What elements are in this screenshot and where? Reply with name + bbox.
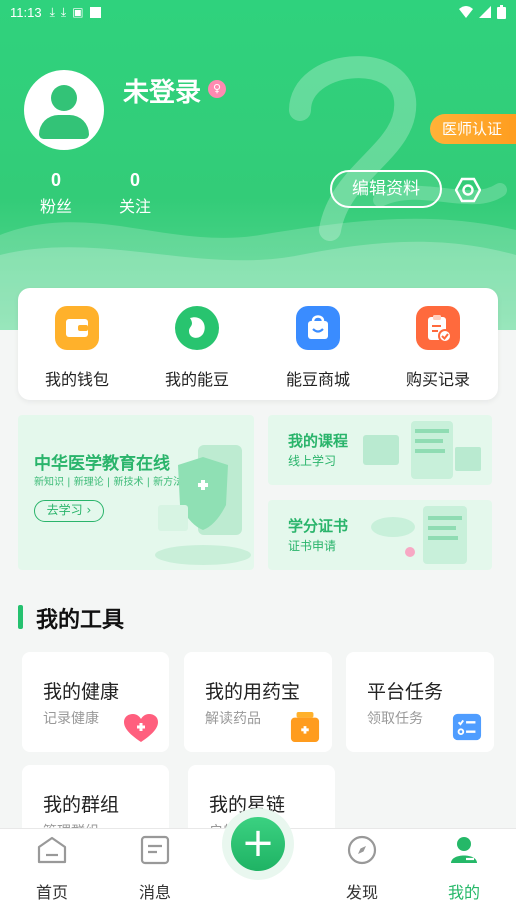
compass-icon bbox=[347, 835, 377, 865]
shopping-bag-icon bbox=[296, 306, 340, 350]
settings-icon[interactable] bbox=[455, 177, 481, 203]
username[interactable]: 未登录 bbox=[123, 72, 201, 109]
banner-title: 学分证书 bbox=[288, 517, 349, 535]
tool-title: 平台任务 bbox=[367, 681, 444, 703]
wifi-icon bbox=[459, 6, 473, 18]
clipboard-check-icon bbox=[416, 306, 460, 350]
tool-title: 我的用药宝 bbox=[205, 681, 301, 703]
status-time: 11:13 bbox=[10, 4, 42, 20]
my-courses-banner[interactable]: 我的课程 线上学习 bbox=[268, 415, 492, 485]
tool-platform-tasks[interactable]: 平台任务 领取任务 bbox=[346, 652, 494, 752]
gender-female-icon: ♀ bbox=[208, 80, 226, 98]
nav-label: 发现 bbox=[345, 883, 378, 902]
quick-item-wallet[interactable]: 我的钱包 bbox=[22, 306, 132, 390]
banner-subtitle: 线上学习 bbox=[288, 454, 337, 468]
heart-plus-icon bbox=[124, 714, 158, 742]
fans-stat[interactable]: 0 粉丝 bbox=[26, 170, 86, 217]
nav-home[interactable]: 首页 bbox=[17, 835, 87, 903]
avatar-head bbox=[51, 85, 77, 111]
tool-title: 我的群组 bbox=[43, 794, 120, 816]
learn-button-label: 去学习 bbox=[46, 503, 83, 517]
avatar-body bbox=[39, 115, 89, 139]
header-wave-decoration bbox=[0, 56, 516, 330]
message-icon bbox=[140, 835, 170, 865]
nav-label: 消息 bbox=[138, 883, 171, 902]
section-accent-bar bbox=[18, 605, 23, 629]
profile-icon bbox=[451, 837, 477, 863]
fans-label: 粉丝 bbox=[39, 197, 72, 216]
edit-profile-button[interactable]: 编辑资料 bbox=[330, 170, 442, 208]
quick-item-label: 购买记录 bbox=[405, 370, 470, 389]
medicine-box-icon bbox=[290, 712, 320, 742]
quick-item-purchase-records[interactable]: 购买记录 bbox=[383, 306, 493, 390]
nav-messages[interactable]: 消息 bbox=[120, 835, 190, 903]
profile-header bbox=[0, 0, 516, 330]
download-icon: ⤓ bbox=[49, 4, 55, 19]
signal-icon bbox=[479, 6, 491, 18]
certificate-illustration bbox=[371, 506, 467, 564]
quick-item-mall[interactable]: 能豆商城 bbox=[263, 306, 373, 390]
nav-label: 首页 bbox=[35, 883, 68, 902]
tool-my-health[interactable]: 我的健康 记录健康 bbox=[22, 652, 169, 752]
fans-count: 0 bbox=[50, 170, 61, 190]
bean-icon bbox=[175, 306, 219, 350]
publish-plus-button[interactable]: + bbox=[231, 817, 285, 871]
following-count: 0 bbox=[129, 170, 140, 190]
quick-item-beans[interactable]: 我的能豆 bbox=[142, 306, 252, 390]
tool-subtitle: 记录健康 bbox=[43, 711, 99, 727]
doctor-cert-button[interactable]: 医师认证 bbox=[430, 114, 516, 144]
wallet-icon bbox=[55, 306, 99, 350]
nav-profile[interactable]: 我的 bbox=[429, 835, 499, 903]
notification-a-icon: ▣ bbox=[72, 5, 84, 19]
status-bar: 11:13 ⤓ ⤓ ▣ bbox=[0, 0, 516, 24]
tool-subtitle: 领取任务 bbox=[367, 711, 423, 727]
notification-square-icon bbox=[89, 6, 101, 18]
quick-actions-card: 我的钱包 我的能豆 能豆商城 购买记录 bbox=[18, 288, 498, 400]
following-label: 关注 bbox=[118, 197, 151, 216]
tools-section-title: 我的工具 bbox=[36, 608, 125, 633]
quick-item-label: 我的钱包 bbox=[44, 370, 109, 389]
shield-phone-illustration bbox=[155, 445, 251, 565]
quick-item-label: 我的能豆 bbox=[164, 370, 229, 389]
learn-button[interactable]: 去学习 › bbox=[34, 500, 104, 522]
nav-label: 我的 bbox=[447, 883, 480, 902]
medical-education-banner[interactable]: 中华医学教育在线 新知识 | 新理论 | 新技术 | 新方法 去学习 › bbox=[18, 415, 254, 570]
banner-title: 我的课程 bbox=[288, 432, 349, 450]
home-icon bbox=[37, 836, 67, 864]
task-list-icon bbox=[452, 713, 482, 741]
following-stat[interactable]: 0 关注 bbox=[105, 170, 165, 217]
avatar[interactable] bbox=[24, 70, 104, 150]
courses-illustration bbox=[363, 421, 481, 479]
banner-subtitle: 证书申请 bbox=[288, 539, 337, 553]
tool-medicine[interactable]: 我的用药宝 解读药品 bbox=[184, 652, 332, 752]
tool-title: 我的健康 bbox=[43, 681, 120, 703]
download-icon: ⤓ bbox=[60, 4, 67, 19]
tool-subtitle: 解读药品 bbox=[205, 711, 261, 727]
credit-certificate-banner[interactable]: 学分证书 证书申请 bbox=[268, 500, 492, 570]
nav-discover[interactable]: 发现 bbox=[327, 835, 397, 903]
battery-icon bbox=[497, 5, 506, 19]
quick-item-label: 能豆商城 bbox=[285, 370, 350, 389]
